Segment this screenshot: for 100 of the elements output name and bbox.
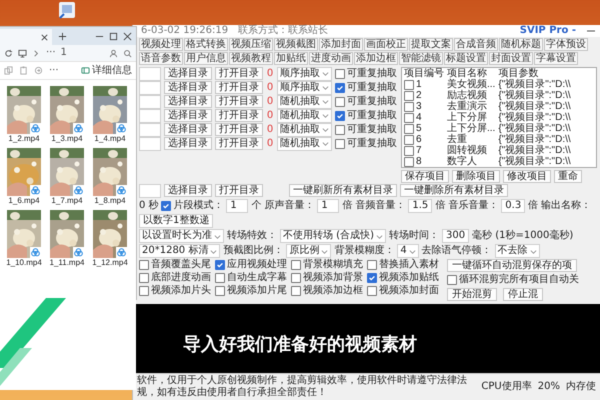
tab[interactable]: 合成音频 [454, 38, 498, 51]
checkbox[interactable] [215, 273, 225, 283]
input-field[interactable]: 0.3 [501, 199, 526, 213]
close-icon[interactable] [123, 32, 132, 40]
checkbox[interactable] [335, 68, 345, 78]
checkbox[interactable] [404, 102, 414, 112]
tab[interactable]: 格式转换 [184, 38, 228, 51]
tab[interactable]: 添加边框 [354, 52, 398, 65]
input-field[interactable]: 1 [317, 199, 340, 213]
file-name[interactable]: 1_8.mp4 [94, 196, 126, 206]
dropdown[interactable]: 20*1280 标清 [139, 244, 220, 258]
details-button[interactable]: 详细信息 [81, 64, 132, 76]
refresh-icon[interactable] [4, 48, 13, 58]
select-folder-button[interactable]: 选择目录 [164, 137, 212, 150]
open-folder-button[interactable]: 打开目录 [215, 109, 263, 122]
add-tab-icon[interactable] [58, 32, 67, 40]
folder-field[interactable] [139, 136, 161, 150]
tab[interactable]: 智能滤镜 [399, 52, 443, 65]
checkbox[interactable] [291, 273, 301, 283]
app-shortcut-icon[interactable] [58, 1, 76, 19]
checkbox[interactable] [291, 286, 301, 296]
dropdown[interactable]: 原比例 [286, 244, 332, 258]
address-ellipsis[interactable]: ··· [46, 47, 56, 59]
checkbox[interactable] [404, 90, 414, 100]
tab[interactable]: 加贴纸 [274, 52, 308, 65]
checkbox[interactable] [367, 286, 377, 296]
maximize-icon[interactable] [109, 32, 118, 40]
more-button[interactable]: ··· [49, 64, 59, 76]
folder-field[interactable] [139, 94, 161, 108]
checkbox[interactable] [335, 96, 345, 106]
tab[interactable]: 字体预设 [544, 38, 588, 51]
file-name[interactable]: 1_4.mp4 [94, 134, 126, 144]
checkbox[interactable] [367, 260, 377, 270]
open-folder-button[interactable]: 打开目录 [215, 95, 263, 108]
dropdown[interactable]: 不去除 [494, 244, 540, 258]
folder-field[interactable] [139, 108, 161, 122]
share-icon[interactable] [34, 66, 43, 75]
input-field[interactable]: 1.5 [408, 199, 432, 213]
mix-button[interactable]: 停止混 [503, 288, 543, 301]
file-name[interactable]: 1_12.mp4 [92, 258, 128, 268]
checkbox[interactable] [215, 260, 225, 270]
checkbox[interactable] [139, 286, 149, 296]
tab[interactable]: 视频处理 [139, 38, 183, 51]
bulk-folder-button[interactable]: 一键刷新所有素材目录 [289, 184, 397, 197]
checkbox[interactable] [335, 124, 345, 134]
select-folder-button[interactable]: 选择目录 [164, 81, 212, 94]
checkbox[interactable] [291, 260, 301, 270]
checkbox[interactable] [367, 273, 377, 283]
project-button[interactable]: 重命 [554, 170, 582, 183]
mix-button[interactable]: 开始混剪 [447, 288, 497, 301]
dropdown[interactable]: 4 [397, 244, 419, 258]
tab[interactable]: 用户信息 [184, 52, 228, 65]
tab[interactable]: 视频压缩 [229, 38, 273, 51]
folder-field[interactable] [139, 122, 161, 136]
copy-icon[interactable] [4, 66, 13, 75]
checkbox[interactable] [404, 80, 414, 90]
tab[interactable]: 画面校正 [364, 38, 408, 51]
select-folder-button[interactable]: 选择目录 [164, 109, 212, 122]
dropdown[interactable]: 随机抽取 [277, 136, 332, 150]
tab[interactable]: 随机标题 [499, 38, 543, 51]
dropdown[interactable]: 顺序抽取 [277, 66, 332, 80]
project-button[interactable]: 删除项目 [452, 170, 500, 183]
tab[interactable]: 字幕设置 [534, 52, 578, 65]
search-icon[interactable] [123, 48, 132, 58]
checkbox[interactable] [139, 273, 149, 283]
open-folder-button[interactable]: 打开目录 [215, 81, 263, 94]
checkbox[interactable] [335, 138, 345, 148]
select-folder-button[interactable]: 选择目录 [164, 67, 212, 80]
dropdown[interactable]: 不使用转场 (合成快) [280, 229, 386, 243]
monitor-icon[interactable] [18, 48, 27, 58]
select-folder-button[interactable]: 选择目录 [164, 123, 212, 136]
file-name[interactable]: 1_2.mp4 [8, 134, 40, 144]
checkbox[interactable] [447, 275, 457, 285]
project-button[interactable]: 保存项目 [401, 170, 449, 183]
folder-field[interactable] [139, 80, 161, 94]
tab[interactable]: 视频教程 [229, 52, 273, 65]
paste-icon[interactable] [19, 66, 28, 75]
input-field[interactable]: 300 [442, 229, 470, 243]
tab[interactable]: 封面设置 [489, 52, 533, 65]
select-folder-button[interactable]: 选择目录 [164, 95, 212, 108]
dropdown[interactable]: 随机抽取 [277, 122, 332, 136]
checkbox[interactable] [161, 201, 172, 211]
tab[interactable]: 提取文案 [409, 38, 453, 51]
checkbox[interactable] [335, 82, 345, 92]
bulk-folder-button[interactable]: 一键删除所有素材目录 [400, 184, 508, 197]
file-name[interactable]: 1_7.mp4 [51, 196, 83, 206]
open-folder-button[interactable]: 打开目录 [215, 123, 263, 136]
open-folder-button[interactable]: 打开目录 [215, 184, 263, 197]
loop-mix-button[interactable]: 一键循环自动混剪保存的项 [447, 259, 577, 272]
checkbox[interactable] [335, 110, 345, 120]
person-icon[interactable] [109, 48, 118, 58]
tab[interactable]: 添加封面 [319, 38, 363, 51]
input-field[interactable]: 1 [226, 199, 248, 213]
file-name[interactable]: 1_6.mp4 [8, 196, 40, 206]
tab[interactable]: 进度动画 [309, 52, 353, 65]
checkbox[interactable] [404, 156, 414, 166]
project-button[interactable]: 修改项目 [503, 170, 551, 183]
dropdown[interactable]: 以设置时长为准 [139, 229, 224, 243]
select-folder-button[interactable]: 选择目录 [164, 184, 212, 197]
checkbox[interactable] [404, 134, 414, 144]
